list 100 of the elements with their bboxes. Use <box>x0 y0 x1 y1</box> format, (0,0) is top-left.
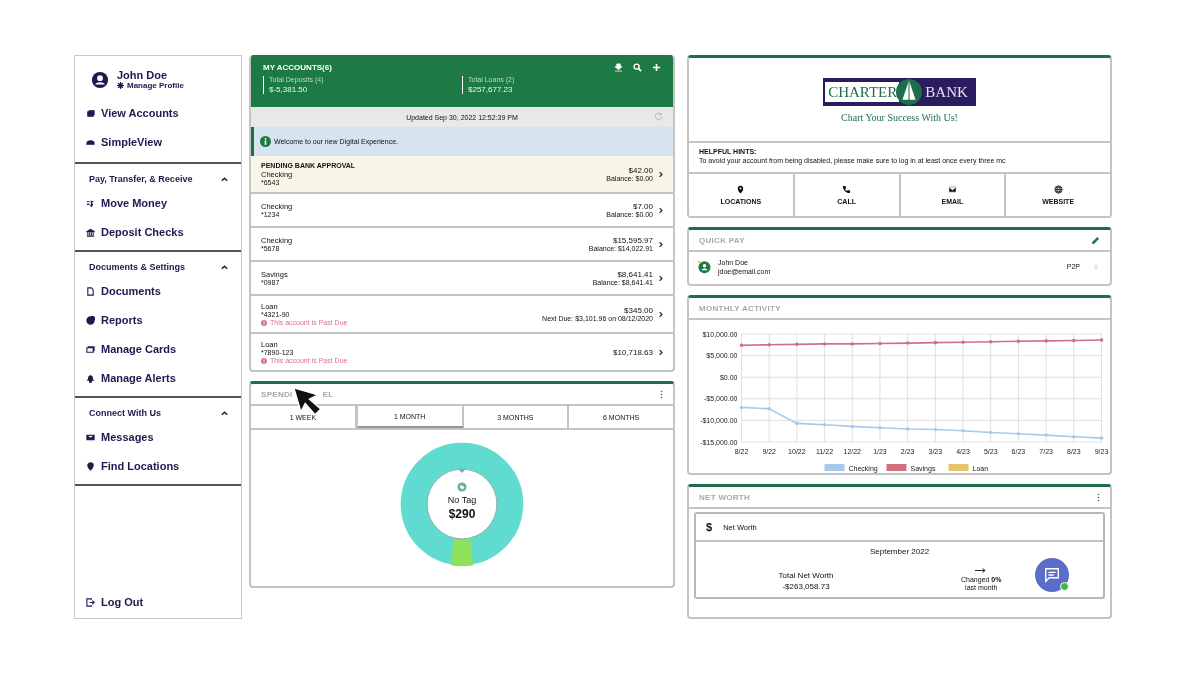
account-amount: $7.00 <box>632 202 653 211</box>
data-point <box>767 406 771 411</box>
globe-icon <box>1053 185 1063 194</box>
card-title: MONTHLY ACTIVITY <box>699 303 781 313</box>
account-amount: $345.00 <box>624 306 653 315</box>
user-avatar-icon <box>697 259 712 274</box>
data-point <box>795 421 799 426</box>
nav-item[interactable]: Deposit Checks <box>75 217 241 246</box>
chat-icon <box>1043 566 1062 584</box>
search-icon[interactable] <box>633 63 642 72</box>
total-value: $257,677.23 <box>468 85 514 94</box>
add-icon[interactable] <box>652 63 661 72</box>
nav-item[interactable]: Manage Cards <box>75 334 241 363</box>
data-point <box>1099 436 1104 440</box>
data-point <box>795 342 799 347</box>
data-point <box>822 422 827 427</box>
data-point <box>988 430 993 435</box>
envelope-icon <box>947 185 957 194</box>
chevron-right-icon <box>659 348 663 356</box>
user-avatar-icon <box>91 70 109 89</box>
dollar-sign: $ <box>706 521 713 533</box>
section-heading: Pay, Transfer, & Receive <box>89 174 193 184</box>
alert-icon <box>261 319 267 326</box>
account-amount: $15,595.97 <box>612 236 653 245</box>
download-icon[interactable] <box>614 63 623 72</box>
data-point <box>961 428 965 433</box>
more-options-icon[interactable] <box>1097 492 1100 502</box>
nav-item[interactable]: Find Locations <box>75 451 241 480</box>
envelope-icon <box>86 432 95 442</box>
data-point <box>905 427 910 431</box>
nav-item[interactable]: View Accounts <box>75 98 241 127</box>
donut-label: No Tag <box>447 495 477 505</box>
money-transfer-icon <box>86 198 95 208</box>
nav-item[interactable]: Manage Alerts <box>75 363 241 392</box>
caret-icon[interactable] <box>220 408 229 418</box>
data-point <box>739 343 744 348</box>
total-value: $-5,381.50 <box>269 85 309 94</box>
document-icon <box>86 286 95 296</box>
chevron-right-icon <box>659 240 663 248</box>
account-amount: $10,718.63 <box>612 347 653 357</box>
card-title: QUICK PAY <box>699 235 745 245</box>
phone-icon <box>842 185 852 194</box>
user-name: John Doe <box>117 69 169 81</box>
data-point <box>988 340 993 344</box>
card-title: SPENDI <box>261 389 293 399</box>
data-point <box>822 342 827 346</box>
nav-item[interactable]: SimpleView <box>75 127 241 156</box>
location-pin-icon <box>86 461 95 471</box>
chat-button[interactable] <box>1035 558 1070 592</box>
card-title: EL <box>322 389 334 399</box>
nav-item[interactable]: Move Money <box>75 188 241 217</box>
chevron-right-icon <box>659 170 663 178</box>
data-point <box>933 340 938 345</box>
data-point <box>739 405 744 410</box>
nav-item[interactable]: Messages <box>75 422 241 451</box>
section-heading: Connect With Us <box>89 408 161 418</box>
data-point <box>961 340 965 344</box>
tag-icon <box>457 482 467 492</box>
data-point <box>1044 433 1048 437</box>
caret-icon[interactable] <box>220 262 229 272</box>
data-point <box>1016 339 1021 344</box>
accounts-title: MY ACCOUNTS(6) <box>263 63 332 72</box>
nav-item[interactable]: Reports <box>75 305 241 334</box>
data-point <box>1016 432 1021 436</box>
data-point <box>905 341 910 345</box>
alert-icon <box>261 357 267 364</box>
data-point <box>1072 338 1076 343</box>
data-point <box>850 424 855 429</box>
chevron-right-icon <box>659 310 663 318</box>
bell-icon <box>86 373 95 383</box>
account-amount: $42.00 <box>628 166 653 175</box>
chevron-right-icon <box>659 206 663 214</box>
data-point <box>767 343 771 347</box>
chevron-right-icon <box>659 274 663 282</box>
bank-tagline: Chart Your Success With Us! <box>841 112 958 123</box>
section-heading: Documents & Settings <box>89 262 185 272</box>
donut-value: $290 <box>448 507 476 521</box>
data-point <box>1044 339 1048 343</box>
bank-logo: CHARTER BANK <box>823 78 976 106</box>
total-net-worth-label: Total Net Worth <box>778 571 834 580</box>
data-point <box>850 342 855 346</box>
more-options-icon[interactable] <box>660 389 663 399</box>
bank-icon <box>86 227 95 237</box>
arrow-right-icon <box>975 567 988 573</box>
total-net-worth-value: -$263,058.73 <box>782 582 830 591</box>
pencil-icon[interactable] <box>1091 235 1100 245</box>
data-point <box>933 427 938 432</box>
info-icon <box>260 136 271 147</box>
nav-item[interactable]: Documents <box>75 276 241 305</box>
gear-icon <box>117 82 124 89</box>
online-dot <box>1060 582 1070 591</box>
log-out-link[interactable]: Log Out <box>75 587 241 618</box>
sailboat-icon <box>896 79 923 105</box>
caret-icon[interactable] <box>220 174 229 184</box>
account-amount: $8,641.41 <box>617 270 653 279</box>
data-point <box>1072 435 1076 439</box>
log-out-icon <box>86 597 95 607</box>
manage-profile-link[interactable]: Manage Profile <box>117 81 184 90</box>
period-label: September 2022 <box>868 547 931 556</box>
location-pin-icon <box>736 185 746 194</box>
